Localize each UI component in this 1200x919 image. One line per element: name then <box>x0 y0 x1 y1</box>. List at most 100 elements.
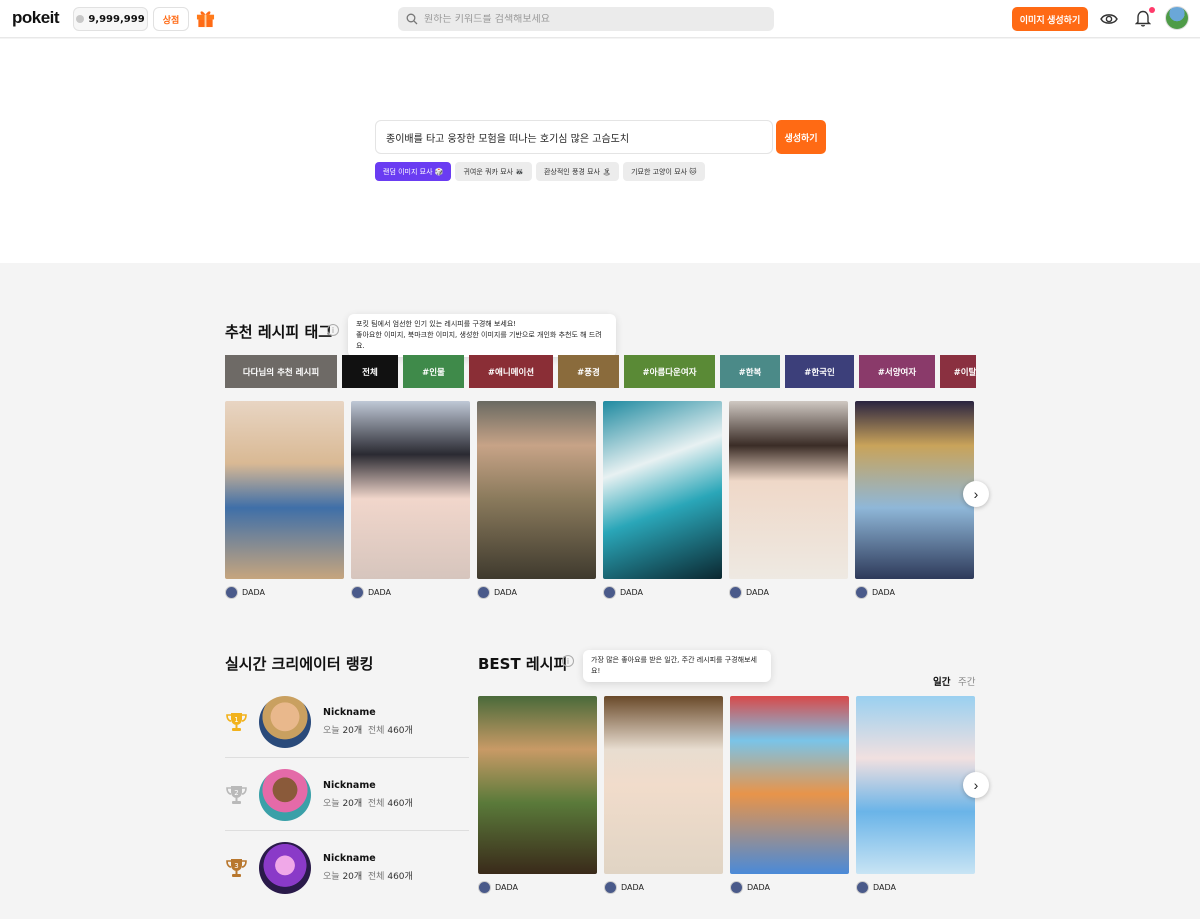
divider <box>225 757 469 758</box>
user-avatar[interactable] <box>1165 6 1189 30</box>
tag-more[interactable]: #이탈 <box>940 355 976 388</box>
best-next-button[interactable]: › <box>963 772 989 798</box>
tag-landscape[interactable]: #풍경 <box>558 355 619 388</box>
card-author[interactable]: DADA <box>351 585 471 599</box>
best-recipe-card[interactable]: DADA <box>730 696 850 894</box>
creator-avatar[interactable] <box>259 769 311 821</box>
points-badge[interactable]: 9,999,999 <box>73 7 148 31</box>
total-value: 460개 <box>387 726 413 736</box>
create-image-button[interactable]: 이미지 생성하기 <box>1012 7 1088 31</box>
chip-cat[interactable]: 기묘한 고양이 묘사 🐱 <box>623 162 705 181</box>
recommend-next-button[interactable]: › <box>963 481 989 507</box>
prompt-input[interactable]: 종이배를 타고 웅장한 모험을 떠나는 호기심 많은 고슴도치 <box>375 120 773 154</box>
generate-label: 생성하기 <box>784 132 818 143</box>
recommend-title: 추천 레시피 태그 <box>225 323 333 341</box>
creator-nickname[interactable]: Nickname <box>323 853 376 864</box>
tag-animation[interactable]: #애니메이션 <box>469 355 553 388</box>
card-author[interactable]: DADA <box>730 880 850 894</box>
logo[interactable]: pokeit <box>12 8 60 28</box>
generate-button[interactable]: 생성하기 <box>776 120 826 154</box>
shop-button[interactable]: 상점 <box>153 7 189 31</box>
best-recipe-card[interactable]: DADA <box>604 696 724 894</box>
recipe-card[interactable]: DADA <box>477 401 597 599</box>
tag-label: #아름다운여자 <box>642 367 697 378</box>
ranking-row[interactable]: 3 Nickname 오늘 20개 전체 460개 <box>225 832 469 904</box>
prompt-suggestion-chips: 랜덤 이미지 묘사 🎲 귀여운 쿼카 묘사 🦝 환상적인 풍경 묘사 🏝 기묘한… <box>375 162 705 181</box>
author-name: DADA <box>494 587 517 597</box>
today-label: 오늘 <box>323 872 340 882</box>
tag-western-woman[interactable]: #서양여자 <box>859 355 935 388</box>
creator-stats: 오늘 20개 전체 460개 <box>323 723 413 736</box>
tag-person[interactable]: #인물 <box>403 355 464 388</box>
info-icon[interactable]: i <box>562 655 574 667</box>
author-avatar <box>730 880 743 894</box>
tag-label: #한국인 <box>804 367 835 378</box>
recipe-image <box>478 696 597 874</box>
card-author[interactable]: DADA <box>603 585 723 599</box>
ranking-row[interactable]: 2 Nickname 오늘 20개 전체 460개 <box>225 759 469 831</box>
recipe-image <box>856 696 975 874</box>
tag-label: #서양여자 <box>877 367 917 378</box>
ranking-title: 실시간 크리에이터 랭킹 <box>225 655 374 673</box>
best-recipe-card[interactable]: DADA <box>856 696 976 894</box>
tag-label: #인물 <box>422 367 445 378</box>
recommend-tooltip: 포킷 팀에서 엄선한 인기 있는 레시피를 구경해 보세요! 좋아요한 이미지,… <box>348 314 616 357</box>
author-avatar <box>729 585 742 599</box>
recipe-card[interactable]: DADA <box>225 401 345 599</box>
chip-quokka[interactable]: 귀여운 쿼카 묘사 🦝 <box>455 162 532 181</box>
recipe-card[interactable]: DADA <box>729 401 849 599</box>
author-name: DADA <box>872 587 895 597</box>
card-author[interactable]: DADA <box>604 880 724 894</box>
creator-nickname[interactable]: Nickname <box>323 780 376 791</box>
chip-landscape[interactable]: 환상적인 풍경 묘사 🏝 <box>535 162 620 181</box>
card-author[interactable]: DADA <box>478 880 598 894</box>
recipe-tag-list: 다다님의 추천 레시피 전체 #인물 #애니메이션 #풍경 #아름다운여자 #한… <box>225 355 976 389</box>
ranking-row[interactable]: 1 Nickname 오늘 20개 전체 460개 <box>225 686 469 758</box>
creator-avatar[interactable] <box>259 842 311 894</box>
card-author[interactable]: DADA <box>477 585 597 599</box>
author-name: DADA <box>747 882 770 892</box>
gift-icon[interactable] <box>196 9 215 28</box>
eye-icon[interactable] <box>1100 10 1118 28</box>
total-value: 460개 <box>387 872 413 882</box>
card-author[interactable]: DADA <box>729 585 849 599</box>
search-bar[interactable] <box>398 7 774 31</box>
search-input[interactable] <box>424 13 754 25</box>
tag-hanbok[interactable]: #한복 <box>720 355 780 388</box>
chevron-right-icon: › <box>973 777 979 793</box>
tag-my-recommend[interactable]: 다다님의 추천 레시피 <box>225 355 337 388</box>
period-weekly-tab[interactable]: 주간 <box>958 674 975 688</box>
card-author[interactable]: DADA <box>855 585 975 599</box>
author-name: DADA <box>242 587 265 597</box>
author-avatar <box>351 585 364 599</box>
author-name: DADA <box>621 882 644 892</box>
recipe-card[interactable]: DADA <box>855 401 975 599</box>
card-author[interactable]: DADA <box>856 880 976 894</box>
today-value: 20개 <box>342 726 363 736</box>
recipe-image <box>351 401 470 579</box>
tag-label: #이탈 <box>953 367 976 378</box>
author-name: DADA <box>495 882 518 892</box>
card-author[interactable]: DADA <box>225 585 345 599</box>
logo-text: pokeit <box>12 8 60 27</box>
creator-nickname[interactable]: Nickname <box>323 707 376 718</box>
tag-all[interactable]: 전체 <box>342 355 398 388</box>
author-avatar <box>478 880 491 894</box>
rank-number: 1 <box>234 716 238 724</box>
chip-random[interactable]: 랜덤 이미지 묘사 🎲 <box>375 162 452 181</box>
tag-korean[interactable]: #한국인 <box>785 355 854 388</box>
author-avatar <box>856 880 869 894</box>
info-icon[interactable]: i <box>327 324 339 336</box>
total-label: 전체 <box>367 799 385 809</box>
today-value: 20개 <box>342 799 363 809</box>
search-icon <box>406 13 418 25</box>
recipe-card[interactable]: DADA <box>351 401 471 599</box>
best-recipe-card[interactable]: DADA <box>478 696 598 894</box>
period-daily-tab[interactable]: 일간 <box>933 674 950 688</box>
tooltip-line-2: 좋아요한 이미지, 북마크한 이미지, 생성한 이미지를 기반으로 개인화 추천… <box>356 331 602 350</box>
author-avatar <box>477 585 490 599</box>
total-value: 460개 <box>387 799 413 809</box>
creator-avatar[interactable] <box>259 696 311 748</box>
tag-beautiful-woman[interactable]: #아름다운여자 <box>624 355 715 388</box>
recipe-card[interactable]: DADA <box>603 401 723 599</box>
